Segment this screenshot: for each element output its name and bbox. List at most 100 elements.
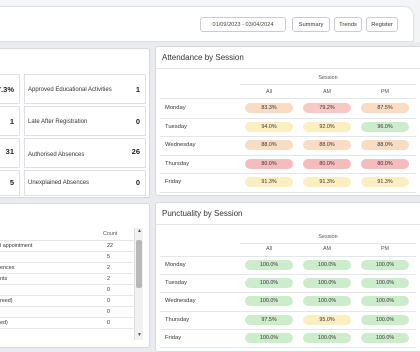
panel-title: Attendance by Session	[162, 53, 244, 62]
trends-button[interactable]: Trends	[334, 17, 362, 32]
row-day-label: Monday	[165, 105, 186, 111]
stat-value: 0	[135, 178, 140, 187]
percentage-cell: 100.0%	[245, 296, 293, 307]
percentage-cell: 100.0%	[245, 332, 293, 343]
row-divider	[160, 191, 416, 193]
table-row: 5	[0, 252, 134, 263]
percentage-cell: 87.5%	[361, 103, 409, 113]
panel-title: Punctuality by Session	[162, 209, 243, 218]
column-header-pm: PM	[380, 89, 390, 95]
session-group-header: Session	[318, 234, 338, 240]
percentage-cell: 100.0%	[361, 260, 409, 270]
percentage-cell: 100.0%	[361, 314, 409, 325]
row-divider	[160, 310, 416, 312]
row-divider	[160, 173, 416, 174]
row-day-label: Thursday	[165, 316, 190, 323]
row-day-label: Monday	[165, 262, 186, 268]
register-button[interactable]: Register	[366, 17, 398, 32]
header-divider	[240, 84, 416, 85]
date-range-picker[interactable]: 01/09/2023 - 03/04/2024	[200, 17, 286, 32]
percentage-cell: 80.0%	[361, 158, 409, 169]
row-divider	[160, 136, 416, 137]
row-label: nts	[0, 276, 8, 282]
header-divider	[160, 98, 416, 99]
percentage-cell: 100.0%	[303, 332, 351, 343]
row-divider	[160, 347, 416, 348]
percentage-cell: 91.3%	[245, 177, 293, 187]
percentage-cell: 91.3%	[361, 177, 409, 187]
percentage-cell: 100.0%	[245, 260, 293, 270]
percentage-cell: 88.0%	[361, 140, 409, 150]
row-label: l appointment	[0, 243, 33, 249]
percentage-cell: 80.0%	[303, 158, 351, 169]
percentage-cell: 100.0%	[361, 332, 409, 343]
row-label: reed)	[0, 298, 13, 304]
table-row: 0	[0, 307, 134, 318]
row-day-label: Thursday	[165, 160, 190, 167]
row-divider	[160, 274, 416, 276]
row-day-label: Wednesday	[165, 142, 196, 148]
count-column-header: Count	[103, 231, 118, 237]
column-header-all: All	[266, 89, 272, 95]
percentage-cell: 83.3%	[245, 103, 293, 113]
table-row: reed) 0	[0, 296, 134, 307]
row-divider	[160, 117, 416, 119]
scroll-thumb[interactable]	[136, 240, 142, 288]
row-label: ences	[0, 265, 15, 271]
row-day-label: Wednesday	[165, 298, 196, 305]
row-count: 22	[107, 243, 113, 249]
percentage-cell: 100.0%	[303, 278, 351, 289]
percentage-cell: 100.0%	[361, 296, 409, 307]
percentage-cell: 88.0%	[245, 140, 293, 150]
table-row: l appointment 22	[0, 241, 134, 252]
stat-value: 1	[135, 85, 140, 94]
table-scrollbar[interactable]: ▲ ▼	[134, 228, 143, 340]
row-count: 2	[107, 276, 110, 282]
table-row: nts 2	[0, 274, 134, 285]
column-header-pm: PM	[380, 246, 390, 252]
row-divider	[160, 292, 416, 294]
row-divider	[160, 328, 416, 330]
row-day-label: Friday	[165, 179, 182, 185]
column-header-all: All	[266, 246, 272, 252]
stat-label: Authorised Absences	[28, 152, 85, 158]
stat-value: 1	[9, 117, 14, 126]
percentage-cell: 95.0%	[303, 314, 351, 325]
row-label: ed)	[0, 320, 8, 326]
row-count: 0	[107, 320, 110, 326]
percentage-cell: 94.0%	[245, 121, 293, 132]
column-header-am: AM	[322, 246, 332, 252]
row-count: 2	[107, 265, 110, 271]
row-count: 0	[107, 287, 110, 293]
column-header-am: AM	[322, 89, 332, 95]
stat-value: 31	[5, 147, 14, 156]
scroll-down-icon[interactable]: ▼	[135, 332, 144, 340]
percentage-cell: 100.0%	[245, 278, 293, 289]
table-row: ed) 0	[0, 318, 134, 329]
percentage-cell: 100.0%	[303, 296, 351, 307]
table-row: ences 2	[0, 263, 134, 274]
stat-label: Late After Registration	[28, 119, 88, 125]
row-day-label: Tuesday	[165, 280, 188, 287]
percentage-cell: 88.0%	[303, 140, 351, 150]
header-divider	[160, 256, 416, 257]
table-row: 0	[0, 285, 134, 296]
percentage-cell: 91.3%	[303, 177, 351, 187]
percentage-cell: 100.0%	[361, 278, 409, 289]
stat-value: 7.3%	[0, 85, 14, 94]
title-divider	[156, 224, 420, 225]
percentage-cell: 100.0%	[303, 260, 351, 270]
stat-value: 0	[135, 117, 140, 126]
summary-button[interactable]: Summary	[292, 17, 330, 32]
row-divider	[160, 154, 416, 156]
percentage-cell: 79.2%	[303, 103, 351, 113]
row-day-label: Tuesday	[165, 123, 188, 130]
stat-label: Unexplained Absences	[28, 180, 90, 186]
scroll-up-icon[interactable]: ▲	[135, 228, 144, 236]
session-group-header: Session	[318, 75, 338, 81]
row-day-label: Friday	[165, 334, 182, 341]
row-count: 0	[107, 309, 110, 315]
percentage-cell: 96.0%	[361, 121, 409, 132]
row-count: 5	[107, 254, 110, 260]
title-divider	[156, 68, 420, 69]
